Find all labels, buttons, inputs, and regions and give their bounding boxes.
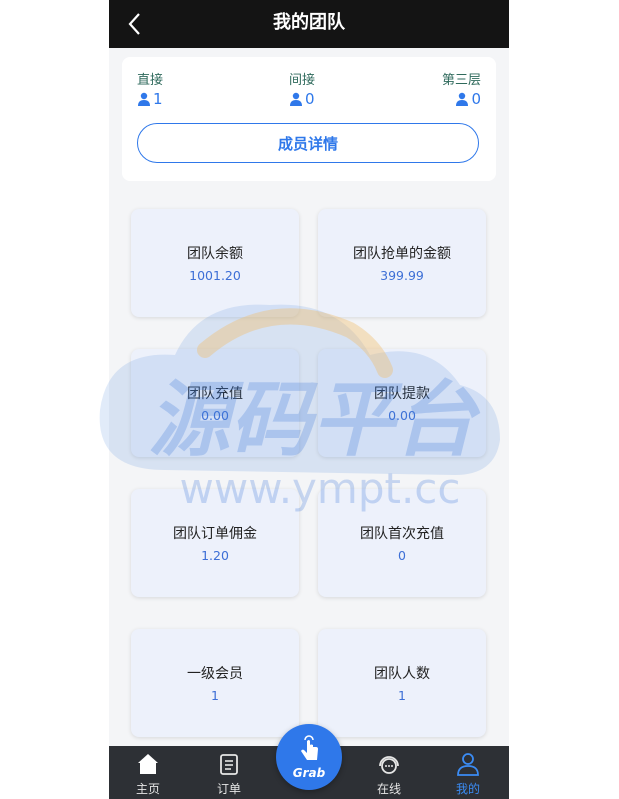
bottom-nav: 主页 订单 Grab 在线 我的 [109, 724, 509, 799]
stat-team-size: 团队人数 1 [318, 629, 486, 737]
nav-orders[interactable]: 订单 [199, 746, 259, 799]
stat-team-balance: 团队余额 1001.20 [131, 209, 299, 317]
stat-label: 团队首次充值 [360, 526, 444, 542]
nav-home[interactable]: 主页 [118, 746, 178, 799]
stat-team-withdrawal: 团队提款 0.00 [318, 349, 486, 457]
stat-value: 1.20 [201, 548, 229, 563]
chat-headset-icon [379, 756, 399, 774]
level-indirect: 间接 0 [289, 69, 315, 108]
stat-value: 399.99 [380, 268, 424, 283]
top-bar: 我的团队 [109, 0, 509, 48]
stat-team-recharge: 团队充值 0.00 [131, 349, 299, 457]
stat-level-one-members: 一级会员 1 [131, 629, 299, 737]
nav-home-label: 主页 [135, 782, 160, 796]
level-third-label: 第三层 [441, 73, 481, 88]
stat-label: 一级会员 [187, 666, 243, 682]
stat-label: 团队提款 [374, 386, 430, 402]
stat-value: 0 [398, 548, 406, 563]
stat-value: 0.00 [201, 408, 229, 423]
stat-team-first-recharge: 团队首次充值 0 [318, 489, 486, 597]
level-direct-count: 1 [153, 90, 163, 108]
nav-orders-label: 订单 [216, 782, 241, 796]
level-direct-label: 直接 [137, 73, 164, 88]
user-icon [456, 92, 469, 106]
level-direct: 直接 1 [137, 69, 163, 108]
stat-label: 团队抢单的金额 [353, 246, 451, 262]
order-list-icon [220, 754, 238, 775]
member-details-button[interactable]: 成员详情 [137, 123, 479, 163]
nav-mine-label: 我的 [455, 782, 480, 796]
stat-label: 团队订单佣金 [173, 526, 257, 542]
level-third-count: 0 [471, 90, 481, 108]
stat-label: 团队充值 [187, 386, 243, 402]
level-indirect-count: 0 [305, 90, 315, 108]
user-icon [290, 92, 302, 106]
stat-value: 0.00 [388, 408, 416, 423]
stat-team-order-commission: 团队订单佣金 1.20 [131, 489, 299, 597]
tap-hand-icon [301, 735, 318, 760]
nav-mine[interactable]: 我的 [438, 746, 498, 799]
stat-value: 1001.20 [189, 268, 241, 283]
home-icon [138, 754, 158, 774]
user-icon [138, 92, 150, 106]
stat-value: 1 [211, 688, 219, 703]
stat-team-grab-amount: 团队抢单的金额 399.99 [318, 209, 486, 317]
user-profile-icon [457, 753, 479, 776]
grab-label: Grab [292, 766, 326, 780]
stat-value: 1 [398, 688, 406, 703]
page-title: 我的团队 [273, 12, 345, 33]
grab-button[interactable]: Grab [276, 724, 342, 790]
phone-screen: 我的团队 直接 1 间接 0 第三层 0 成员详情 团队余额 1 001.20 团… [109, 0, 509, 799]
nav-online-label: 在线 [376, 782, 401, 796]
stat-label: 团队人数 [374, 666, 430, 682]
team-level-summary: 直接 1 间接 0 第三层 0 成员详情 [122, 57, 496, 181]
level-third: 第三层 0 [442, 69, 481, 108]
level-indirect-label: 间接 [289, 73, 316, 88]
stat-label: 团队余额 [187, 246, 243, 262]
nav-online[interactable]: 在线 [359, 746, 419, 799]
